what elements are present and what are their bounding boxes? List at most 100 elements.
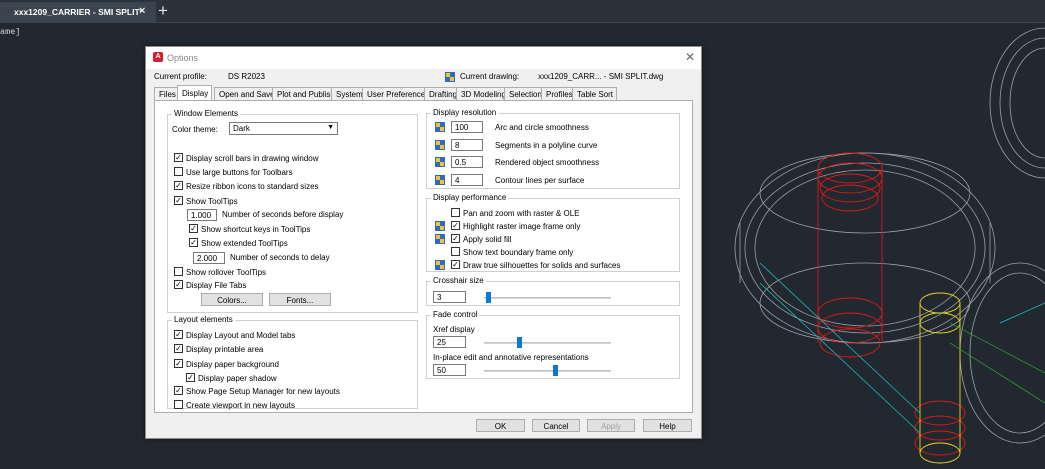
printable-area-checkbox[interactable] [174, 344, 183, 353]
contour-lines-input[interactable]: 4 [451, 174, 483, 186]
scroll-bars-checkbox[interactable] [174, 153, 183, 162]
seconds-before-display-input[interactable]: 1.000 [187, 209, 217, 221]
tab-open-and-save[interactable]: Open and Save [214, 87, 279, 100]
color-theme-dropdown[interactable]: Dark ▼ [229, 122, 338, 135]
xref-slider-thumb[interactable] [517, 337, 523, 348]
contour-lines-label: Contour lines per surface [495, 176, 585, 185]
polyline-segments-input[interactable]: 8 [451, 139, 483, 151]
dialog-titlebar[interactable]: A Options ✕ [146, 47, 701, 69]
tab-plot-and-publish[interactable]: Plot and Publish [272, 87, 339, 100]
dialog-title: Options [167, 53, 199, 63]
crosshair-size-title: Crosshair size [431, 276, 486, 285]
resize-ribbon-checkbox[interactable] [174, 181, 183, 190]
rollover-tooltips-checkbox[interactable] [174, 267, 183, 276]
display-performance-title: Display performance [431, 193, 509, 202]
tab-label: System [336, 90, 363, 99]
inplace-edit-input[interactable]: 50 [433, 364, 466, 376]
show-tooltips-label: Show ToolTips [186, 197, 238, 206]
page-setup-manager-checkbox[interactable] [174, 386, 183, 395]
drawing-setting-icon [435, 122, 445, 132]
paper-background-checkbox[interactable] [174, 359, 183, 368]
color-theme-label: Color theme: [172, 125, 218, 134]
tab-selection[interactable]: Selection [504, 87, 546, 100]
apply-solid-fill-checkbox[interactable] [451, 234, 460, 243]
help-button[interactable]: Help [643, 419, 692, 432]
close-icon[interactable]: ✕ [685, 50, 695, 64]
colors-button[interactable]: Colors... [201, 293, 263, 306]
drawing-setting-icon [435, 140, 445, 150]
shortcut-keys-checkbox[interactable] [189, 224, 198, 233]
tab-label: Plot and Publish [277, 90, 335, 99]
crosshair-slider-thumb[interactable] [485, 292, 491, 303]
tab-label: Table Sort [577, 90, 614, 99]
extended-tooltips-checkbox[interactable] [189, 238, 198, 247]
polyline-segments-label: Segments in a polyline curve [495, 141, 598, 150]
seconds-to-delay-input[interactable]: 2.000 [193, 252, 225, 264]
document-tab[interactable]: xxx1209_CARRIER - SMI SPLIT* × [0, 2, 156, 23]
options-dialog: A Options ✕ Current profile: DS R2023 Cu… [145, 46, 702, 439]
text-boundary-checkbox[interactable] [451, 247, 460, 256]
new-tab-icon[interactable]: + [158, 1, 168, 21]
xref-display-slider[interactable] [484, 342, 611, 344]
profile-row: Current profile: DS R2023 Current drawin… [154, 72, 694, 84]
true-silhouettes-label: Draw true silhouettes for solids and sur… [463, 261, 621, 270]
large-buttons-label: Use large buttons for Toolbars [186, 168, 293, 177]
fade-control-title: Fade control [431, 310, 480, 319]
green-edges [949, 322, 1045, 404]
pan-zoom-checkbox[interactable] [451, 208, 460, 217]
fonts-button[interactable]: Fonts... [269, 293, 331, 306]
rendered-smoothness-label: Rendered object smoothness [495, 158, 600, 167]
color-theme-value: Dark [233, 124, 250, 133]
app-logo-icon: A [153, 52, 163, 62]
xref-display-input[interactable]: 25 [433, 336, 466, 348]
rendered-smoothness-input[interactable]: 0.5 [451, 156, 483, 168]
drawing-setting-icon [435, 234, 445, 244]
resize-ribbon-label: Resize ribbon icons to standard sizes [186, 182, 319, 191]
inplace-slider-thumb[interactable] [552, 365, 558, 376]
layout-model-tabs-checkbox[interactable] [174, 330, 183, 339]
arc-smoothness-label: Arc and circle smoothness [495, 123, 589, 132]
cancel-button[interactable]: Cancel [532, 419, 580, 432]
tab-label: Profiles [546, 90, 573, 99]
crosshair-size-input[interactable]: 3 [433, 291, 466, 303]
drawing-file-icon [445, 72, 455, 82]
fade-control-group: Fade control Xref display 25 In-place ed… [426, 310, 680, 379]
tab-files[interactable]: Files [154, 87, 180, 100]
true-silhouettes-checkbox[interactable] [451, 260, 460, 269]
apply-button[interactable]: Apply [587, 419, 635, 432]
current-profile-label: Current profile: [154, 72, 207, 81]
tab-user-preferences[interactable]: User Preferences [362, 87, 434, 100]
highlight-raster-checkbox[interactable] [451, 221, 460, 230]
drawing-setting-icon [435, 260, 445, 270]
tab-table-sort[interactable]: Table Sort [572, 87, 618, 100]
tab-label: Drafting [429, 90, 458, 99]
tab-3d-modeling[interactable]: 3D Modeling [456, 87, 510, 100]
tab-label: User Preferences [367, 90, 430, 99]
paper-shadow-checkbox[interactable] [186, 373, 195, 382]
arc-smoothness-input[interactable]: 100 [451, 121, 483, 133]
large-buttons-checkbox[interactable] [174, 167, 183, 176]
tab-label: Selection [509, 90, 542, 99]
close-tab-icon[interactable]: × [139, 5, 145, 17]
display-resolution-group: Display resolution 100 Arc and circle sm… [426, 108, 680, 189]
tab-display[interactable]: Display [177, 85, 213, 100]
drawing-setting-icon [435, 175, 445, 185]
tab-label: Display [182, 89, 209, 98]
command-history-text: ame] [0, 27, 21, 37]
current-profile-value: DS R2023 [228, 72, 265, 81]
chevron-down-icon: ▼ [327, 124, 334, 131]
inplace-edit-slider[interactable] [484, 370, 611, 372]
ok-button[interactable]: OK [476, 419, 525, 432]
file-tabs-checkbox[interactable] [174, 280, 183, 289]
text-boundary-label: Show text boundary frame only [463, 248, 574, 257]
drawing-setting-icon [435, 221, 445, 231]
shortcut-keys-label: Show shortcut keys in ToolTips [201, 225, 311, 234]
crosshair-size-slider[interactable] [484, 297, 611, 299]
inplace-edit-label: In-place edit and annotative representat… [433, 353, 589, 362]
show-tooltips-checkbox[interactable] [174, 196, 183, 205]
tab-label: 3D Modeling [461, 90, 506, 99]
tab-label: Files [159, 90, 176, 99]
seconds-before-display-label: Number of seconds before display [222, 210, 344, 219]
drawing-canvas[interactable] [700, 23, 1045, 469]
create-viewport-checkbox[interactable] [174, 400, 183, 409]
